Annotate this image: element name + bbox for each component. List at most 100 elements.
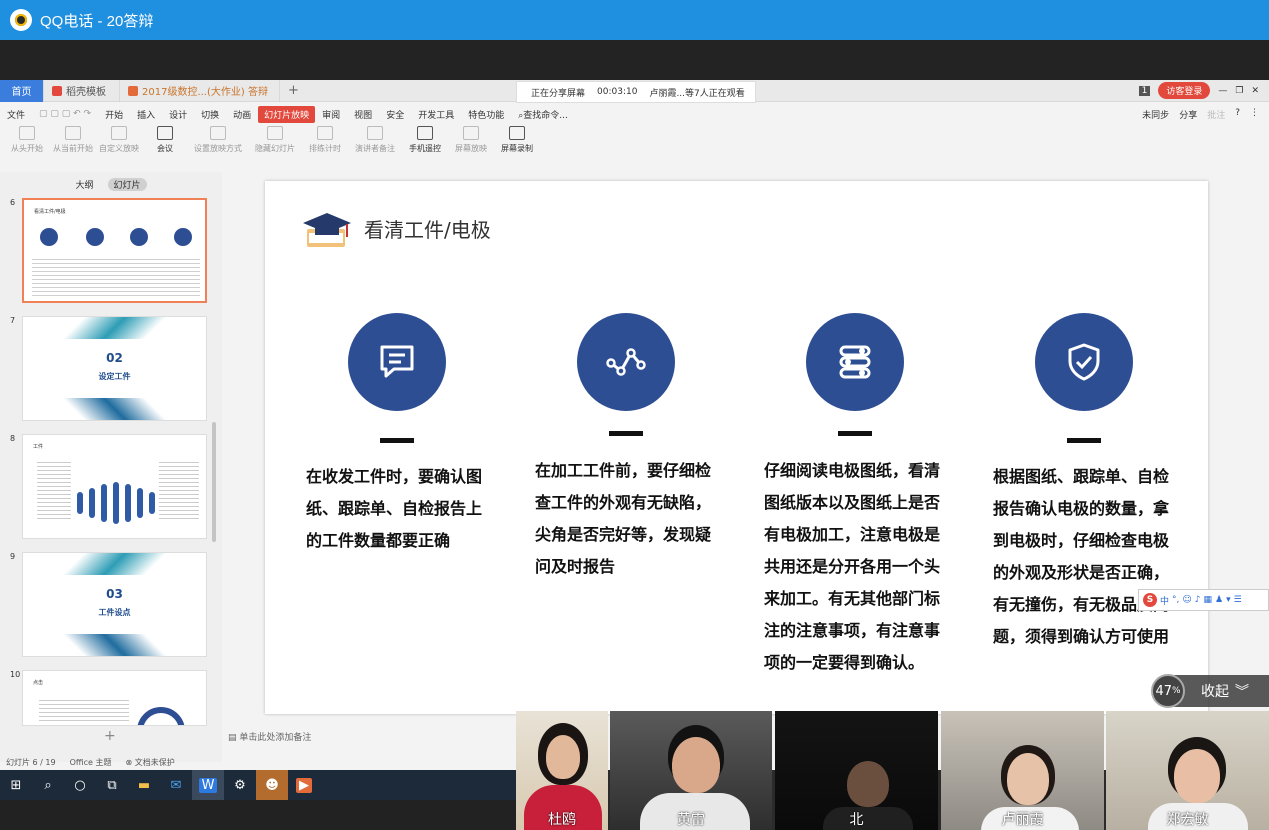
sidebar-tabs: 大纲 幻灯片 [0, 172, 222, 191]
slide-thumb-7[interactable]: 02 设定工件 [22, 316, 207, 421]
menu-features[interactable]: 特色功能 [461, 108, 511, 121]
ime-logo-icon: S [1143, 593, 1157, 607]
participant-video-5[interactable]: 郑宏敏 [1106, 711, 1269, 830]
task-view-icon[interactable]: ⧉ [96, 770, 128, 800]
slide-thumb-6[interactable]: 看清工件/电极 [22, 198, 207, 303]
new-tab-button[interactable]: + [280, 83, 307, 98]
column-text-4: 根据图纸、跟踪单、自检报告确认电极的数量，拿到电极时，仔细检查电极的外观及形状是… [993, 467, 1170, 646]
thumb-title: 点击 [33, 680, 44, 686]
game-icon[interactable]: ☻ [256, 770, 288, 800]
call-float-bar[interactable]: 47% 收起 ︾ [1151, 674, 1269, 708]
menu-animation[interactable]: 动画 [226, 108, 258, 121]
windows-start-icon[interactable]: ⊞ [0, 770, 32, 800]
window-controls: 1 访客登录 — ❐ ✕ [1138, 82, 1259, 99]
close-icon[interactable]: ✕ [1251, 86, 1259, 96]
mail-icon[interactable]: ✉ [160, 770, 192, 800]
ime-punct-icon[interactable]: °, [1172, 595, 1179, 605]
tool-hide-slide[interactable]: 隐藏幻灯片 [250, 126, 300, 154]
tab-docer[interactable]: 稻壳模板 [44, 80, 120, 102]
notes-area[interactable]: ▤ 单击此处添加备注 [228, 730, 311, 743]
tool-phone-remote[interactable]: 手机遥控 [404, 126, 446, 154]
ime-mic-icon[interactable]: ♪ [1195, 595, 1201, 605]
divider-dash [380, 438, 414, 443]
visitor-login-button[interactable]: 访客登录 [1158, 82, 1211, 99]
ime-language[interactable]: 中 [1160, 594, 1169, 607]
more-icon[interactable]: ⋮ [1250, 108, 1259, 121]
participant-video-4[interactable]: 卢丽霞 [941, 711, 1104, 830]
video-bottom-strip [0, 800, 516, 830]
protect-status[interactable]: ⊗ 文档未保护 [126, 757, 175, 768]
tool-speaker-notes[interactable]: 演讲者备注 [350, 126, 400, 154]
file-explorer-icon[interactable]: ▬ [128, 770, 160, 800]
menu-slideshow[interactable]: 幻灯片放映 [258, 105, 316, 123]
presentation-icon[interactable]: ▶ [288, 770, 320, 800]
chevron-down-icon: ︾ [1235, 684, 1249, 700]
tool-screen-record[interactable]: 屏幕录制 [496, 126, 538, 154]
menu-start[interactable]: 开始 [98, 108, 130, 121]
slide-thumb-8[interactable]: 工件 [22, 434, 207, 539]
menu-review[interactable]: 审阅 [315, 108, 347, 121]
column-text-1: 在收发工件时，要确认图纸、跟踪单、自检报告上的工件数量都要正确 [306, 467, 483, 550]
thumb-section-number: 02 [106, 351, 123, 365]
column-text-3: 仔细阅读电极图纸，看清图纸版本以及图纸上是否有电极加工，注意电极是共用还是分开各… [764, 461, 941, 672]
participant-name: 黄雷 [677, 812, 705, 828]
slideshow-toolbar: 从头开始 从当前开始 自定义放映 会议 设置放映方式 隐藏幻灯片 排练计时 演讲… [0, 126, 1269, 164]
participant-video-1[interactable]: 杜鸥 [516, 711, 608, 830]
play-current-icon [65, 126, 81, 140]
tool-screen-show[interactable]: 屏幕放映 [450, 126, 492, 154]
menu-file[interactable]: 文件 [0, 108, 32, 121]
ime-user-icon[interactable]: ♟ [1215, 595, 1223, 605]
menu-developer[interactable]: 开发工具 [411, 108, 461, 121]
tab-outline[interactable]: 大纲 [75, 178, 93, 191]
ime-keyboard-icon[interactable]: ▦ [1204, 595, 1213, 605]
tool-from-current[interactable]: 从当前开始 [52, 126, 94, 154]
menu-insert[interactable]: 插入 [130, 108, 162, 121]
menu-transition[interactable]: 切换 [194, 108, 226, 121]
ime-toolbar[interactable]: S 中 °, ☺ ♪ ▦ ♟ ▾ ☰ [1138, 589, 1269, 611]
minimize-icon[interactable]: — [1218, 86, 1227, 96]
slide-counter: 幻灯片 6 / 19 [6, 757, 56, 767]
tab-slides[interactable]: 幻灯片 [107, 178, 147, 191]
collapse-button[interactable]: 收起 [1201, 681, 1229, 701]
share-button[interactable]: 分享 [1179, 108, 1197, 121]
tool-rehearse[interactable]: 排练计时 [304, 126, 346, 154]
participant-video-3[interactable]: 北 [775, 711, 938, 830]
circle-sliders [806, 313, 904, 411]
restore-icon[interactable]: ❐ [1235, 86, 1243, 96]
ime-skin-icon[interactable]: ▾ [1226, 595, 1231, 605]
tool-meeting[interactable]: 会议 [144, 126, 186, 154]
participant-name: 卢丽霞 [1001, 812, 1044, 828]
thumb-section-number: 03 [106, 587, 123, 601]
settings-icon[interactable]: ⚙ [224, 770, 256, 800]
ime-menu-icon[interactable]: ☰ [1234, 595, 1242, 605]
slide-number: 10 [10, 670, 21, 679]
menu-view[interactable]: 视图 [347, 108, 379, 121]
comment-button[interactable]: 批注 [1207, 108, 1225, 121]
protect-icon: ⊗ [125, 757, 135, 767]
ime-emoji-icon[interactable]: ☺ [1182, 595, 1191, 605]
wps-icon[interactable]: W [192, 770, 224, 800]
tool-from-start[interactable]: 从头开始 [6, 126, 48, 154]
slide-thumb-9[interactable]: 03 工件设点 [22, 552, 207, 657]
tab-document[interactable]: 2017级数控...(大作业) 答辩 [120, 80, 280, 102]
participant-video-2[interactable]: 黄雷 [610, 711, 772, 830]
sync-status[interactable]: 未同步 [1142, 108, 1169, 121]
search-icon[interactable]: ⌕ [32, 770, 64, 800]
video-top-strip [0, 40, 1269, 80]
help-icon[interactable]: ? [1235, 108, 1240, 121]
add-slide-button[interactable]: + [104, 728, 116, 744]
tab-home[interactable]: 首页 [0, 80, 44, 102]
menu-security[interactable]: 安全 [379, 108, 411, 121]
record-icon [509, 126, 525, 140]
phone-icon [417, 126, 433, 140]
slide-thumb-10[interactable]: 点击 [22, 670, 207, 726]
cortana-icon[interactable]: ○ [64, 770, 96, 800]
search-command[interactable]: ⌕查找命令... [511, 108, 575, 121]
theme-name: Office 主题 [69, 757, 112, 767]
thumbnail-scrollbar[interactable] [212, 422, 216, 542]
menu-design[interactable]: 设计 [162, 108, 194, 121]
tool-setup-show[interactable]: 设置放映方式 [190, 126, 246, 154]
timer-icon [317, 126, 333, 140]
tool-custom-show[interactable]: 自定义放映 [98, 126, 140, 154]
quick-access-icons[interactable]: ▢ ▢ ▢ ↶ ↷ [32, 109, 98, 119]
